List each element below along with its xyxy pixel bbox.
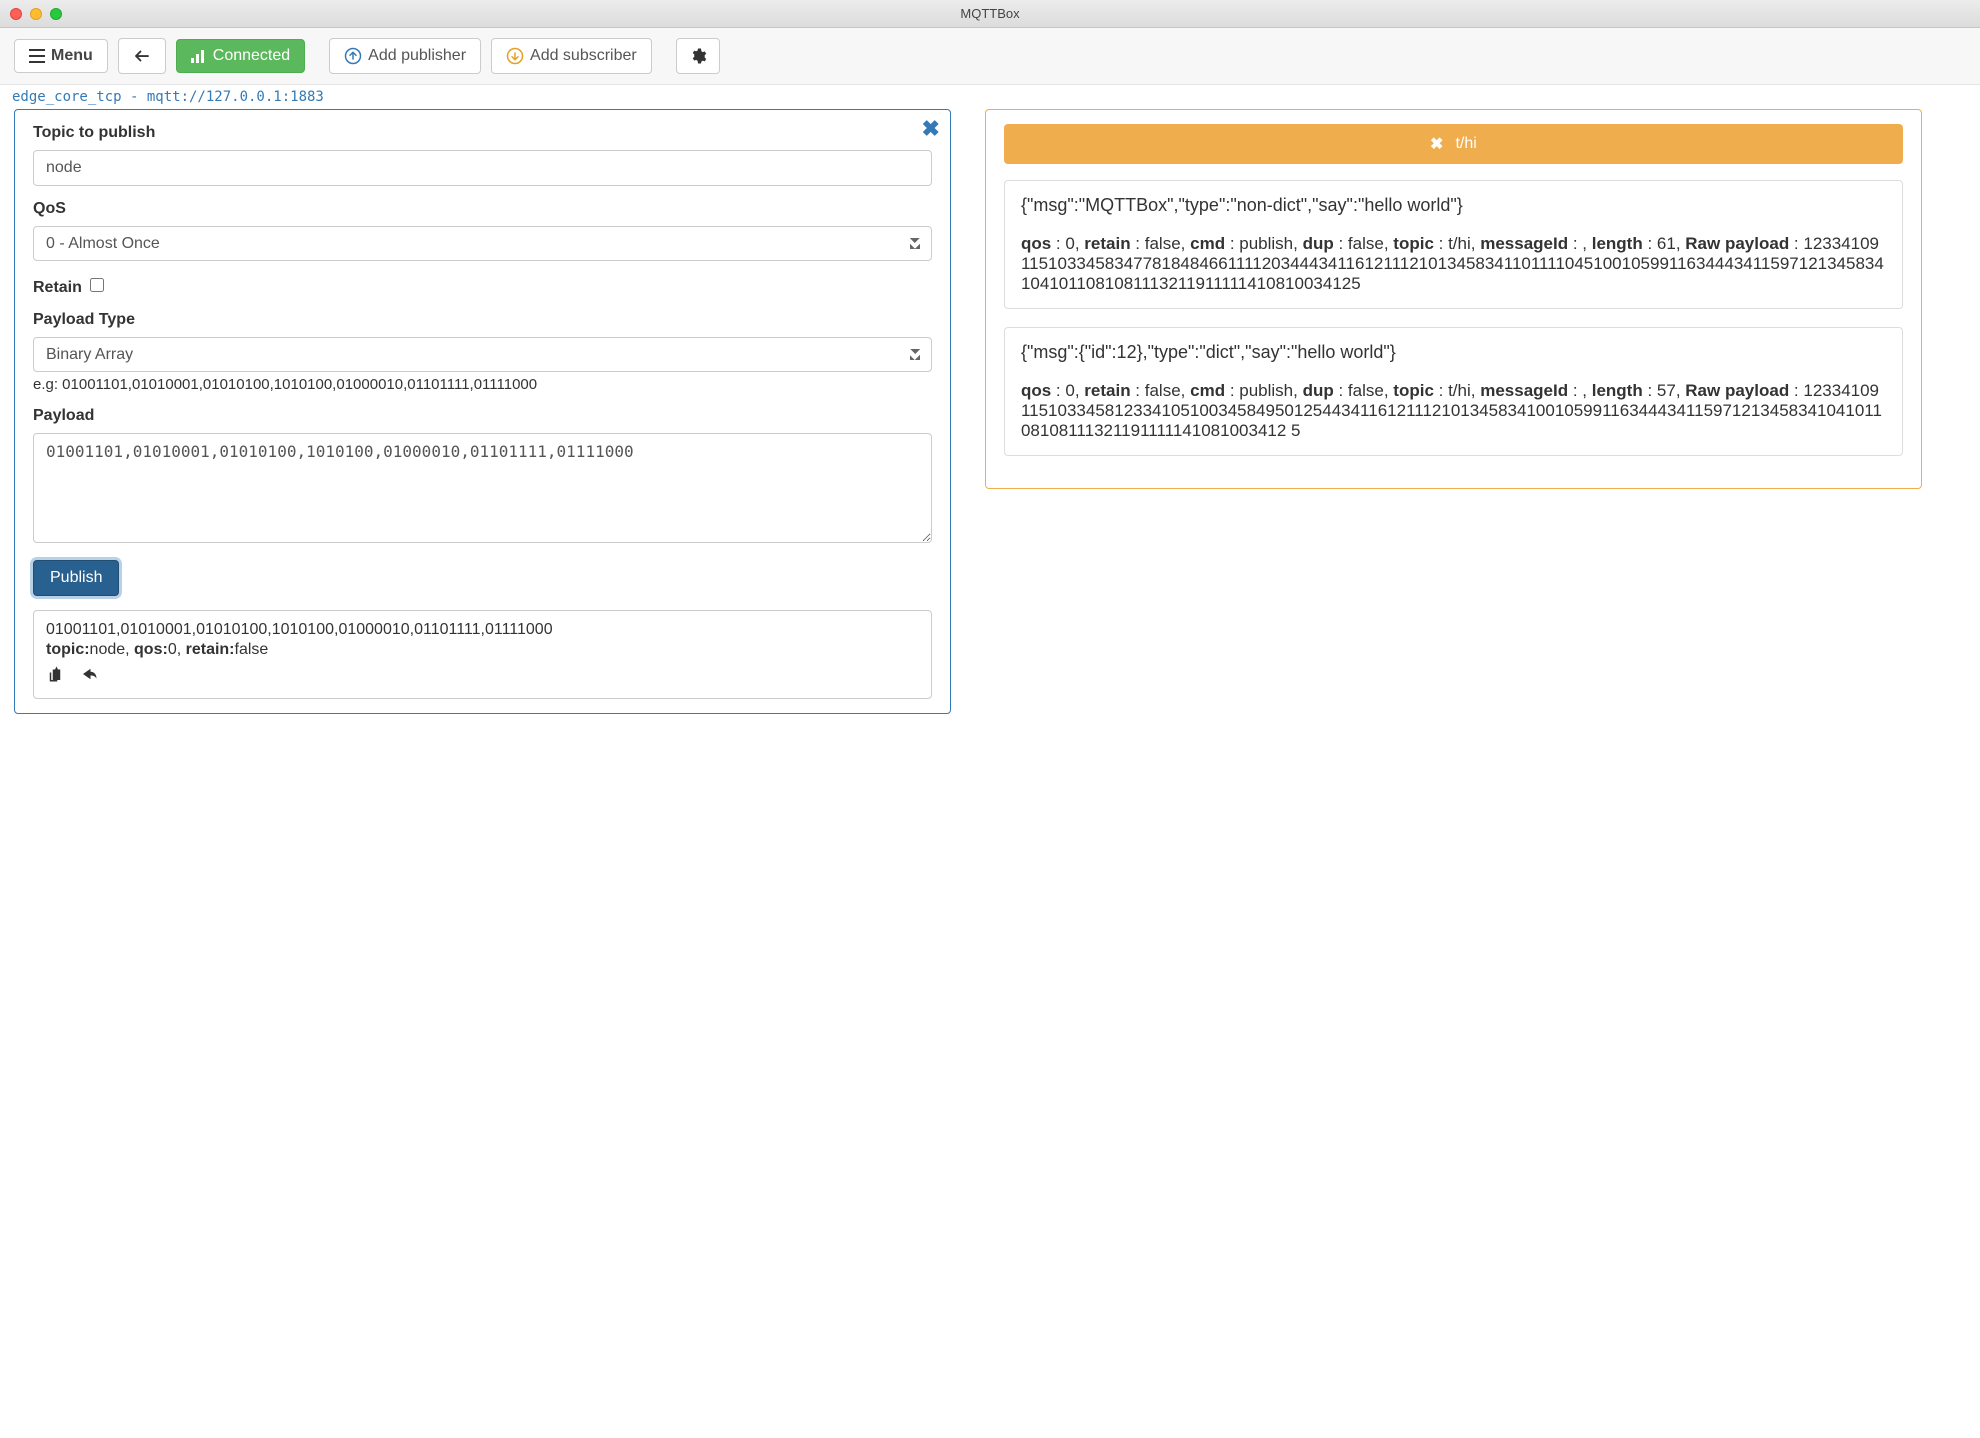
- add-subscriber-button[interactable]: Add subscriber: [491, 38, 652, 74]
- connection-tab-label: edge_core_tcp - mqtt://127.0.0.1:1883: [12, 89, 324, 106]
- message-meta: qos : 0, retain : false, cmd : publish, …: [1021, 234, 1886, 294]
- payload-type-label: Payload Type: [33, 311, 932, 329]
- payload-textarea[interactable]: 01001101,01010001,01010100,1010100,01000…: [33, 433, 932, 543]
- subscriber-panel: ✖ t/hi {"msg":"MQTTBox","type":"non-dict…: [985, 109, 1922, 489]
- qos-select[interactable]: 0 - Almost Once: [33, 226, 932, 261]
- arrow-left-icon: [133, 47, 151, 65]
- connection-tab[interactable]: edge_core_tcp - mqtt://127.0.0.1:1883: [0, 85, 1980, 105]
- sent-message-box: 01001101,01010001,01010100,1010100,01000…: [33, 610, 932, 699]
- payload-type-hint: e.g: 01001101,01010001,01010100,1010100,…: [33, 376, 932, 393]
- main-toolbar: Menu Connected Add publisher Add subscri…: [0, 28, 1980, 85]
- payload-label: Payload: [33, 407, 932, 425]
- message-box: {"msg":{"id":12},"type":"dict","say":"he…: [1004, 327, 1903, 456]
- message-body: {"msg":"MQTTBox","type":"non-dict","say"…: [1021, 195, 1886, 216]
- gear-icon: [689, 47, 707, 65]
- window-zoom-button[interactable]: [50, 8, 62, 20]
- menu-button-label: Menu: [51, 48, 93, 64]
- signal-icon: [191, 49, 207, 63]
- republish-icon[interactable]: [80, 665, 98, 688]
- add-subscriber-label: Add subscriber: [530, 48, 637, 64]
- settings-button[interactable]: [676, 38, 720, 74]
- upload-circle-icon: [344, 47, 362, 65]
- publisher-panel: ✖ Topic to publish QoS 0 - Almost Once R…: [14, 109, 951, 714]
- subscriber-header: ✖ t/hi: [1004, 124, 1903, 164]
- hamburger-icon: [29, 49, 45, 63]
- add-publisher-label: Add publisher: [368, 48, 466, 64]
- message-box: {"msg":"MQTTBox","type":"non-dict","say"…: [1004, 180, 1903, 309]
- topic-label: Topic to publish: [33, 124, 932, 142]
- connection-status-label: Connected: [213, 48, 290, 64]
- window-title: MQTTBox: [0, 6, 1980, 21]
- subscriber-topic[interactable]: t/hi: [1455, 135, 1476, 153]
- retain-checkbox[interactable]: [90, 278, 104, 292]
- qos-label: QoS: [33, 200, 932, 218]
- window-close-button[interactable]: [10, 8, 22, 20]
- menu-button[interactable]: Menu: [14, 39, 108, 73]
- message-body: {"msg":{"id":12},"type":"dict","say":"he…: [1021, 342, 1886, 363]
- payload-type-select[interactable]: Binary Array: [33, 337, 932, 372]
- sent-meta: topic:node, qos:0, retain:false: [46, 641, 919, 659]
- window-titlebar: MQTTBox: [0, 0, 1980, 28]
- add-publisher-button[interactable]: Add publisher: [329, 38, 481, 74]
- message-meta: qos : 0, retain : false, cmd : publish, …: [1021, 381, 1886, 441]
- retain-label: Retain: [33, 279, 82, 297]
- connection-status-button[interactable]: Connected: [176, 39, 305, 73]
- back-button[interactable]: [118, 38, 166, 74]
- publish-button[interactable]: Publish: [33, 560, 119, 596]
- sent-payload: 01001101,01010001,01010100,1010100,01000…: [46, 621, 919, 639]
- unsubscribe-icon[interactable]: ✖: [1430, 134, 1443, 154]
- copy-icon[interactable]: [46, 665, 64, 688]
- window-minimize-button[interactable]: [30, 8, 42, 20]
- topic-input[interactable]: [33, 150, 932, 186]
- close-icon[interactable]: ✖: [922, 116, 940, 142]
- download-circle-icon: [506, 47, 524, 65]
